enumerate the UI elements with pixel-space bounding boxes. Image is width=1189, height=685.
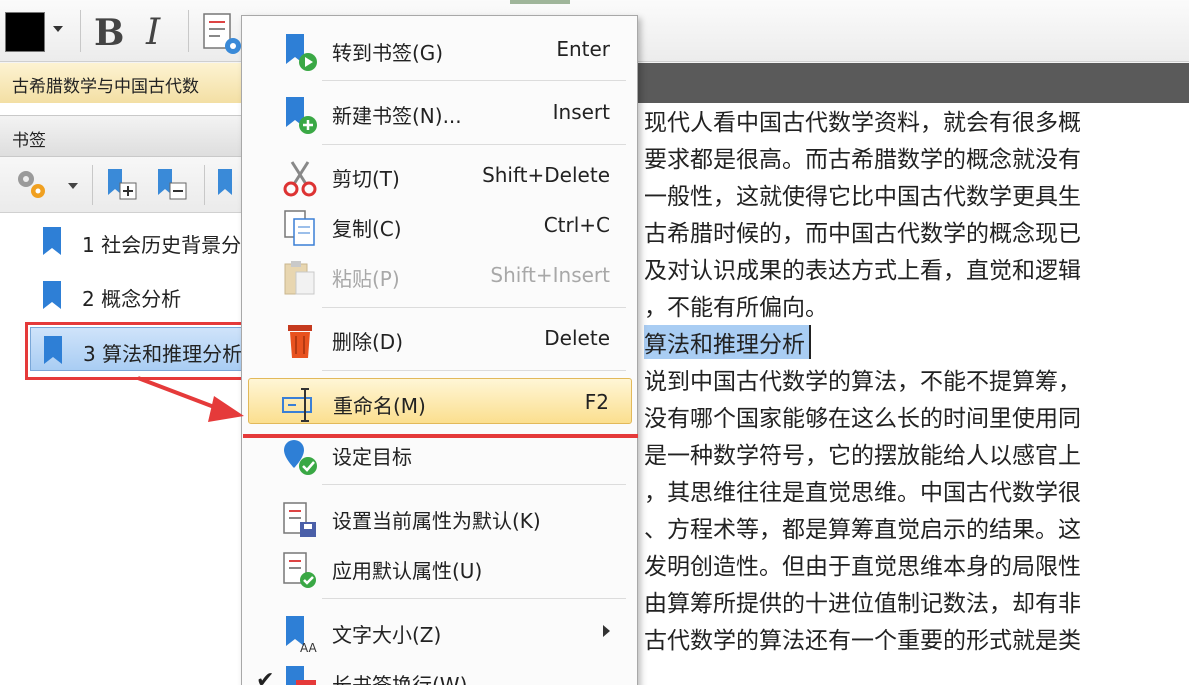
bookmark-label: 2 概念分析 [82, 287, 182, 311]
menu-divider [322, 484, 626, 485]
gear-icon[interactable] [12, 165, 50, 203]
collapse-bookmark-icon[interactable] [152, 165, 190, 203]
font-color-swatch[interactable] [5, 12, 45, 52]
scissors-icon [283, 161, 317, 197]
new-bookmark-icon [286, 97, 317, 134]
document-line: 古希腊时候的，而中国古代数学的概念现已 [644, 221, 1081, 247]
underline-annotation [243, 434, 638, 438]
menu-item-label: 应用默认属性(U) [332, 559, 483, 583]
menu-item-shortcut: Shift+Insert [490, 263, 610, 287]
document-line: 及对认识成果的表达方式上看，直觉和逻辑 [644, 258, 1081, 284]
properties-icon[interactable] [200, 12, 244, 56]
wrap-bookmark-icon [286, 666, 316, 685]
menu-item-paste[interactable]: 粘贴(P) Shift+Insert [248, 252, 632, 298]
apply-default-icon [283, 552, 316, 588]
bookmark-icon [43, 281, 61, 309]
menu-item-copy[interactable]: 复制(C) Ctrl+C [248, 202, 632, 248]
document-line: 一般性，这就使得它比中国古代数学更具生 [644, 184, 1081, 210]
toolbar-divider [188, 10, 189, 52]
checkmark-icon: ✔ [256, 668, 275, 685]
document-line: 要求都是很高。而古希腊数学的概念就没有 [644, 147, 1081, 173]
menu-item-shortcut: Enter [556, 37, 610, 61]
copy-icon [284, 210, 315, 246]
document-heading: 算法和推理分析 [644, 325, 811, 359]
toolbar-divider [204, 165, 205, 205]
menu-item-new-bookmark[interactable]: 新建书签(N)... Insert [248, 89, 632, 135]
menu-item-text-size[interactable]: AA 文字大小(Z) [248, 608, 632, 654]
document-line: 、方程术等，都是算筹直觉启示的结果。这 [644, 517, 1081, 543]
bookmark-icon [43, 227, 61, 255]
document-line: ，不能有所偏向。 [644, 295, 828, 321]
document-line: 说到中国古代数学的算法，不能不提算筹， [644, 369, 1081, 395]
goto-bookmark-icon [286, 34, 317, 71]
menu-item-label: 删除(D) [332, 330, 404, 354]
trash-icon [288, 325, 312, 358]
menu-item-label: 转到书签(G) [332, 41, 444, 65]
svg-text:AA: AA [300, 641, 318, 654]
menu-divider [322, 370, 626, 371]
menu-item-label: 粘贴(P) [332, 267, 400, 291]
expand-bookmark-icon[interactable] [102, 165, 140, 203]
set-default-icon [283, 502, 316, 537]
menu-item-cut[interactable]: 剪切(T) Shift+Delete [248, 152, 632, 198]
rename-icon [282, 388, 312, 422]
document-line: ，其思维往往是直觉思维。中国古代数学很 [644, 480, 1081, 506]
menu-item-label: 剪切(T) [332, 167, 400, 191]
menu-item-apply-default[interactable]: 应用默认属性(U) [248, 544, 632, 590]
menu-divider [322, 598, 626, 599]
menu-divider [322, 307, 626, 308]
document-line: 古代数学的算法还有一个重要的形式就是类 [644, 628, 1081, 654]
document-view[interactable]: 现代人看中国古代数学资料，就会有很多概 要求都是很高。而古希腊数学的概念就没有 … [638, 103, 1189, 685]
menu-item-label: 新建书签(N)... [332, 104, 462, 128]
menu-item-delete[interactable]: 删除(D) Delete [248, 315, 632, 361]
menu-item-label: 重命名(M) [333, 394, 426, 418]
bookmark-item[interactable]: 2 概念分析 [30, 273, 246, 317]
menu-item-label: 设置当前属性为默认(K) [332, 509, 541, 533]
chevron-down-icon[interactable] [53, 26, 63, 32]
arrow-annotation-icon [137, 376, 244, 422]
bookmark-label: 1 社会历史背景分 [82, 233, 242, 257]
menu-item-wrap-bookmark[interactable]: ✔ 长书签换行(W) [248, 658, 632, 685]
document-line: 发明创造性。但由于直觉思维本身的局限性 [644, 554, 1081, 580]
toolbar-divider [80, 10, 81, 52]
toolbar-indicator [510, 0, 570, 4]
document-line: 没有哪个国家能够在这么长的时间里使用同 [644, 406, 1081, 432]
document-line: 现代人看中国古代数学资料，就会有很多概 [644, 110, 1081, 136]
menu-item-shortcut: Ctrl+C [543, 213, 610, 237]
menu-divider [322, 144, 626, 145]
bookmark-panel-title: 书签 [0, 115, 246, 157]
menu-item-label: 文字大小(Z) [332, 623, 442, 647]
menu-item-label: 设定目标 [332, 445, 412, 469]
text-size-icon: AA [286, 616, 318, 654]
menu-item-rename[interactable]: 重命名(M) F2 [248, 378, 632, 424]
context-menu: 转到书签(G) Enter 新建书签(N)... Insert 剪切(T) Sh… [241, 15, 638, 685]
menu-item-set-default[interactable]: 设置当前属性为默认(K) [248, 494, 632, 540]
document-line: 是一种数学符号，它的摆放能给人以感官上 [644, 443, 1081, 469]
bookmark-panel-toolbar [0, 157, 246, 213]
menu-item-label: 复制(C) [332, 217, 402, 241]
paste-icon [284, 261, 315, 295]
bookmark-item[interactable]: 1 社会历史背景分 [30, 219, 246, 263]
bold-button[interactable]: B [94, 12, 124, 54]
menu-divider [322, 80, 626, 81]
menu-item-goto-bookmark[interactable]: 转到书签(G) Enter [248, 26, 632, 72]
document-line: 由算筹所提供的十进位值制记数法，却有非 [644, 591, 1081, 617]
menu-item-shortcut: Delete [544, 326, 610, 350]
submenu-arrow-icon [603, 625, 610, 637]
chevron-down-icon[interactable] [68, 183, 78, 189]
menu-item-shortcut: F2 [584, 390, 609, 414]
menu-item-label: 长书签换行(W) [332, 673, 468, 685]
toolbar-divider [92, 165, 93, 205]
menu-item-shortcut: Shift+Delete [482, 163, 610, 187]
document-tab[interactable]: 古希腊数学与中国古代数 [0, 63, 245, 103]
set-target-icon [284, 440, 317, 475]
italic-button[interactable]: I [146, 12, 160, 53]
menu-item-shortcut: Insert [552, 100, 610, 124]
